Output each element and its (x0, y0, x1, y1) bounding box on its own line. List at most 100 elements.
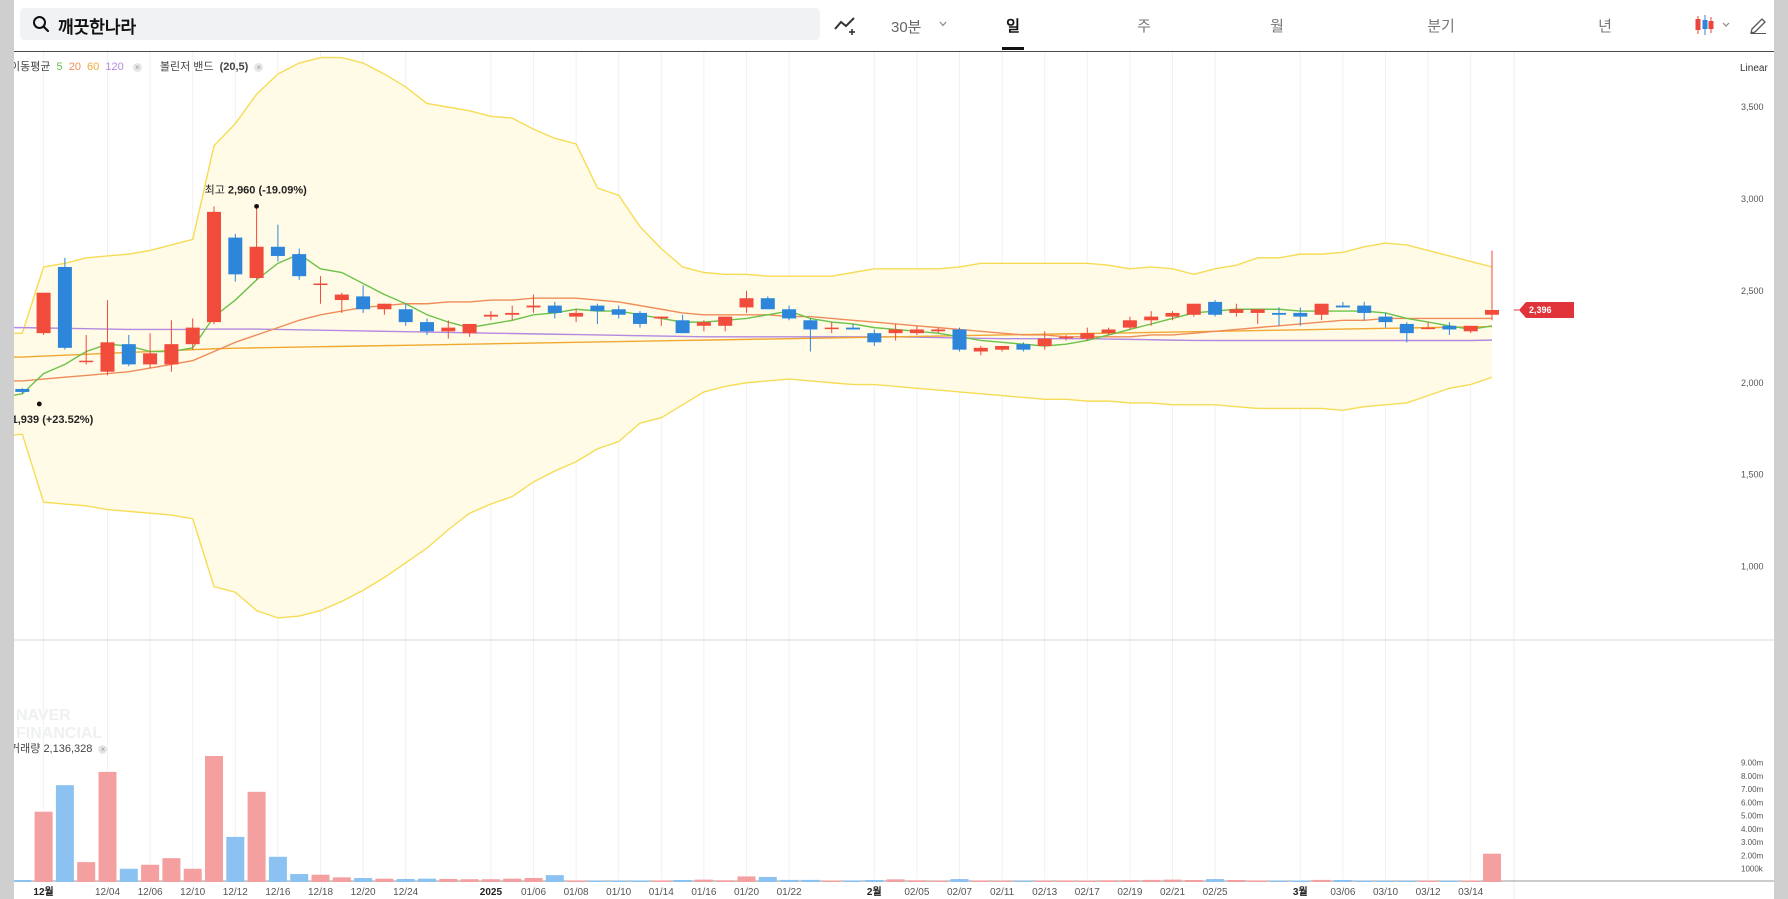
candle-body (505, 312, 520, 315)
bollinger-band (14, 56, 1493, 619)
volume-bar (460, 879, 479, 882)
candle-body (995, 346, 1010, 350)
close-bb-icon[interactable]: × (254, 62, 264, 72)
y-tick-label: 1,500 (1741, 470, 1764, 480)
volume-bar (993, 880, 1012, 882)
candle-body (1165, 312, 1180, 317)
candle-body (569, 312, 584, 317)
bb-params: (20,5) (219, 61, 249, 73)
tab-month[interactable]: 월 (1247, 15, 1307, 36)
volume-bar (1419, 880, 1438, 882)
candle-body (824, 327, 839, 330)
volume-tick-label: 5.00m (1741, 812, 1764, 821)
last-price-label: 2,396 (1529, 305, 1552, 315)
tab-day[interactable]: 일 (983, 15, 1043, 36)
low-annotation: 최저 1,939 (+23.52%) (14, 413, 94, 426)
candle-body (143, 353, 158, 365)
candle-body (1314, 303, 1329, 315)
watermark: NAVERFINANCIAL (16, 707, 102, 742)
x-tick-label: 12/10 (180, 887, 205, 898)
volume-tick-label: 3.00m (1741, 838, 1764, 847)
ma5-label: 5 (56, 61, 63, 73)
scale-mode[interactable]: Linear (1740, 63, 1768, 74)
candle-body (782, 309, 797, 319)
search-box[interactable]: 깨끗한나라 (20, 8, 820, 40)
volume-bar (822, 880, 841, 882)
volume-bar (609, 880, 628, 882)
y-tick-label: 1,000 (1741, 562, 1764, 572)
volume-bar (652, 880, 671, 882)
tab-quarter[interactable]: 분기 (1411, 15, 1471, 36)
x-tick-label: 03/10 (1373, 887, 1398, 898)
volume-bar (1184, 880, 1203, 882)
volume-bar (1483, 853, 1501, 882)
y-tick-label: 2,000 (1741, 378, 1764, 388)
volume-tick-label: 6.00m (1741, 798, 1764, 807)
candle-body (846, 327, 860, 330)
volume-label: 거래량 (14, 743, 41, 755)
tab-year[interactable]: 년 (1575, 15, 1635, 36)
y-axis: 1,000 1,500 2,000 2,500 3,000 3,500 2,396 (1514, 102, 1764, 572)
x-tick-label: 01/08 (564, 887, 589, 898)
volume-bar (1440, 880, 1459, 882)
x-tick-label: 02/11 (990, 887, 1015, 898)
volume-tick-label: 9.00m (1741, 759, 1764, 768)
volume-axis: 1000k 2.00m 3.00m 4.00m 5.00m 6.00m 7.00m 8.00m… (1741, 759, 1764, 874)
volume-bar (545, 875, 564, 882)
candle-body (334, 294, 349, 301)
volume-bar (205, 755, 223, 882)
volume-bar (247, 791, 266, 882)
price-chart[interactable]: 1,000 1,500 2,000 2,500 3,000 3,500 2,396 1000… (14, 52, 1774, 899)
candle-body (1399, 323, 1414, 334)
add-indicator-icon[interactable] (834, 14, 860, 36)
volume-bar (98, 771, 117, 882)
x-tick-label: 02/19 (1117, 887, 1142, 898)
candle-body (1485, 309, 1499, 315)
candle-body (675, 320, 690, 334)
volume-bar (929, 880, 948, 882)
x-tick-label: 12/04 (95, 887, 120, 898)
interval-select[interactable]: 30분 (891, 16, 922, 37)
x-tick-label: 02/17 (1075, 887, 1100, 898)
candlestick-icon[interactable] (1694, 14, 1732, 36)
candle-body (420, 322, 434, 332)
close-volume-icon[interactable]: × (98, 744, 108, 754)
volume-tick-label: 4.00m (1741, 825, 1764, 834)
candle-body (356, 296, 371, 310)
pencil-icon[interactable] (1749, 14, 1767, 34)
volume-bar (1376, 880, 1395, 882)
candle-body (1186, 303, 1201, 315)
candle-body (1122, 320, 1137, 328)
x-tick-label: 2월 (867, 886, 882, 898)
volume-bar (1461, 880, 1480, 882)
candle-body (207, 211, 221, 323)
ma-label: 이동평균 (14, 61, 51, 73)
close-ma-icon[interactable]: × (132, 62, 142, 72)
candle-body (803, 320, 818, 330)
candle-body (547, 305, 562, 313)
candle-body (483, 314, 498, 317)
candle-body (36, 292, 51, 334)
candle-body (164, 344, 179, 365)
volume-bar (1035, 880, 1054, 882)
volume-bar (1142, 879, 1161, 882)
search-query[interactable]: 깨끗한나라 (58, 13, 136, 38)
volume-bar (332, 877, 351, 882)
volume-bar (418, 878, 436, 882)
chevron-down-icon[interactable] (939, 21, 947, 27)
volume-bar (1014, 880, 1033, 882)
x-tick-label: 12월 (33, 886, 53, 898)
volume-bar (567, 880, 586, 882)
volume-bar (1291, 880, 1310, 882)
volume-bar (758, 876, 777, 882)
y-tick-label: 2,500 (1741, 286, 1764, 296)
candle-body (1463, 325, 1478, 332)
tab-week[interactable]: 주 (1114, 15, 1174, 36)
candle-body (973, 347, 988, 352)
candle-body (952, 329, 967, 350)
candle-body (1059, 336, 1073, 339)
volume-bar (375, 878, 394, 882)
chart-window: 깨끗한나라 30분 일 주 월 분기 년 1,000 1,500 2,000 2… (14, 0, 1774, 899)
volume-bar (673, 880, 692, 882)
candle-body (1293, 312, 1308, 317)
